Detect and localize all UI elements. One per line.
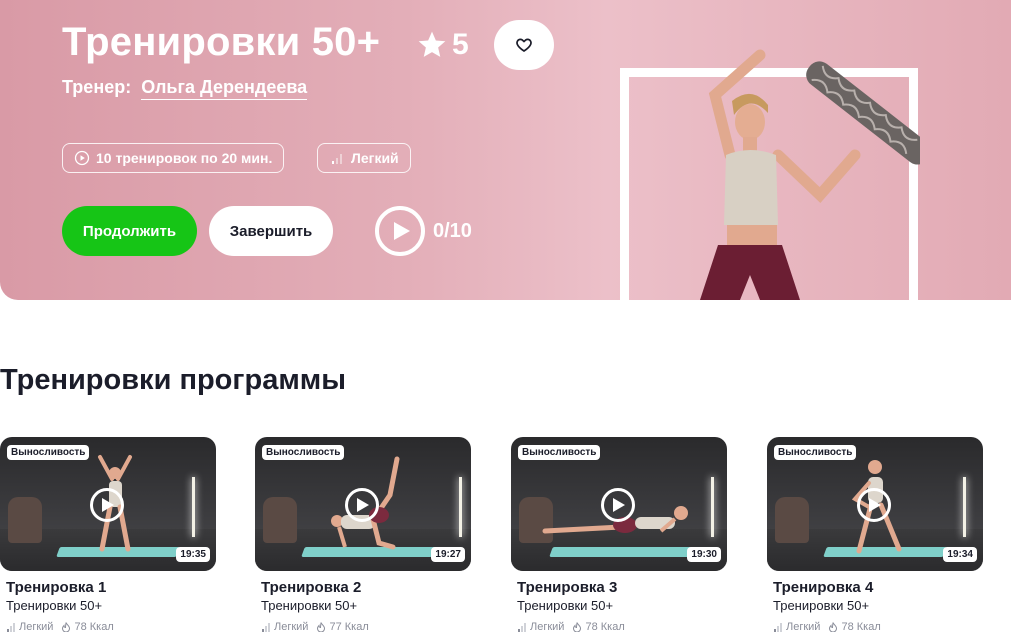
workout-thumbnail[interactable]: Выносливость 19:35 xyxy=(0,437,216,571)
workout-thumbnail[interactable]: Выносливость 19:30 xyxy=(511,437,727,571)
workout-title: Тренировка 1 xyxy=(6,579,107,596)
workout-title: Тренировка 3 xyxy=(517,579,618,596)
workout-title: Тренировка 4 xyxy=(773,579,874,596)
thumb-lamp xyxy=(963,477,966,537)
workout-program: Тренировки 50+ xyxy=(773,598,870,613)
workout-thumbnail[interactable]: Выносливость 19:27 xyxy=(255,437,471,571)
category-badge: Выносливость xyxy=(7,445,90,460)
thumb-chair xyxy=(775,497,809,543)
play-icon xyxy=(613,498,625,512)
workout-thumbnail[interactable]: Выносливость 19:34 xyxy=(767,437,983,571)
play-icon xyxy=(357,498,369,512)
level-bars-icon xyxy=(262,623,270,632)
level-bars-icon xyxy=(332,154,342,164)
program-progress: 0/10 xyxy=(375,206,472,256)
trainer-line: Тренер: Ольга Дерендеева xyxy=(62,77,308,100)
workout-meta: Легкий 78 Ккал xyxy=(511,621,727,633)
trainer-link[interactable]: Ольга Дерендеева xyxy=(141,77,308,100)
duration-badge: 19:34 xyxy=(943,547,977,562)
section-title: Тренировки программы xyxy=(0,364,346,396)
workout-meta: Легкий 78 Ккал xyxy=(767,621,983,633)
program-title: Тренировки 50+ xyxy=(62,20,381,64)
program-rating: 5 xyxy=(416,28,469,62)
favorite-button[interactable] xyxy=(494,20,554,70)
star-icon xyxy=(418,31,446,57)
play-workout-button[interactable] xyxy=(90,488,124,522)
play-icon xyxy=(869,498,881,512)
category-badge: Выносливость xyxy=(774,445,857,460)
trainer-label: Тренер: xyxy=(62,77,132,97)
play-circle-icon xyxy=(74,150,90,166)
chip-label: Легкий xyxy=(351,150,399,166)
finish-button[interactable]: Завершить xyxy=(209,206,333,256)
workout-card[interactable]: Выносливость 19:30 Тренировка 3 Трениров… xyxy=(511,437,727,633)
workout-level: Легкий xyxy=(786,621,821,633)
workout-title: Тренировка 2 xyxy=(261,579,362,596)
chip-label: 10 тренировок по 20 мин. xyxy=(96,150,273,166)
duration-badge: 19:35 xyxy=(176,547,210,562)
thumb-lamp xyxy=(459,477,462,537)
workout-kcal: 78 Ккал xyxy=(841,621,881,633)
workouts-count-chip: 10 тренировок по 20 мин. xyxy=(62,143,285,173)
duration-badge: 19:30 xyxy=(687,547,721,562)
play-icon xyxy=(393,222,410,240)
workout-program: Тренировки 50+ xyxy=(261,598,358,613)
workout-level: Легкий xyxy=(274,621,309,633)
thumb-chair xyxy=(8,497,42,543)
workout-level: Легкий xyxy=(530,621,565,633)
level-bars-icon xyxy=(518,623,526,632)
rating-value: 5 xyxy=(452,28,469,61)
flame-icon xyxy=(317,622,326,632)
category-badge: Выносливость xyxy=(518,445,601,460)
workout-meta: Легкий 77 Ккал xyxy=(255,621,471,633)
play-workout-button[interactable] xyxy=(345,488,379,522)
thumb-mat xyxy=(549,547,703,557)
flame-icon xyxy=(573,622,582,632)
thumb-lamp xyxy=(192,477,195,537)
level-bars-icon xyxy=(774,623,782,632)
continue-button[interactable]: Продолжить xyxy=(62,206,197,256)
workout-level: Легкий xyxy=(19,621,54,633)
flame-icon xyxy=(829,622,838,632)
heart-icon xyxy=(516,38,532,52)
trainer-photo xyxy=(700,49,920,300)
workout-card[interactable]: Выносливость 19:35 Тренировка 1 Трениров… xyxy=(0,437,216,633)
workout-kcal: 78 Ккал xyxy=(585,621,625,633)
play-workout-button[interactable] xyxy=(601,488,635,522)
workout-program: Тренировки 50+ xyxy=(6,598,103,613)
progress-count: 0/10 xyxy=(433,219,472,242)
play-program-button[interactable] xyxy=(375,206,425,256)
thumb-chair xyxy=(263,497,297,543)
workout-kcal: 77 Ккал xyxy=(329,621,369,633)
category-badge: Выносливость xyxy=(262,445,345,460)
level-bars-icon xyxy=(7,623,15,632)
play-icon xyxy=(102,498,114,512)
program-hero: Тренировки 50+ 5 Тренер: Ольга Дерендеев… xyxy=(0,0,1011,300)
workout-card[interactable]: Выносливость 19:27 Тренировка 2 Трениров… xyxy=(255,437,471,633)
workout-card[interactable]: Выносливость 19:34 Тренировка 4 Трениров… xyxy=(767,437,983,633)
flame-icon xyxy=(62,622,71,632)
workout-meta: Легкий 78 Ккал xyxy=(0,621,216,633)
workout-kcal: 78 Ккал xyxy=(74,621,114,633)
workout-program: Тренировки 50+ xyxy=(517,598,614,613)
play-workout-button[interactable] xyxy=(857,488,891,522)
duration-badge: 19:27 xyxy=(431,547,465,562)
thumb-lamp xyxy=(711,477,714,537)
level-chip: Легкий xyxy=(317,143,411,173)
